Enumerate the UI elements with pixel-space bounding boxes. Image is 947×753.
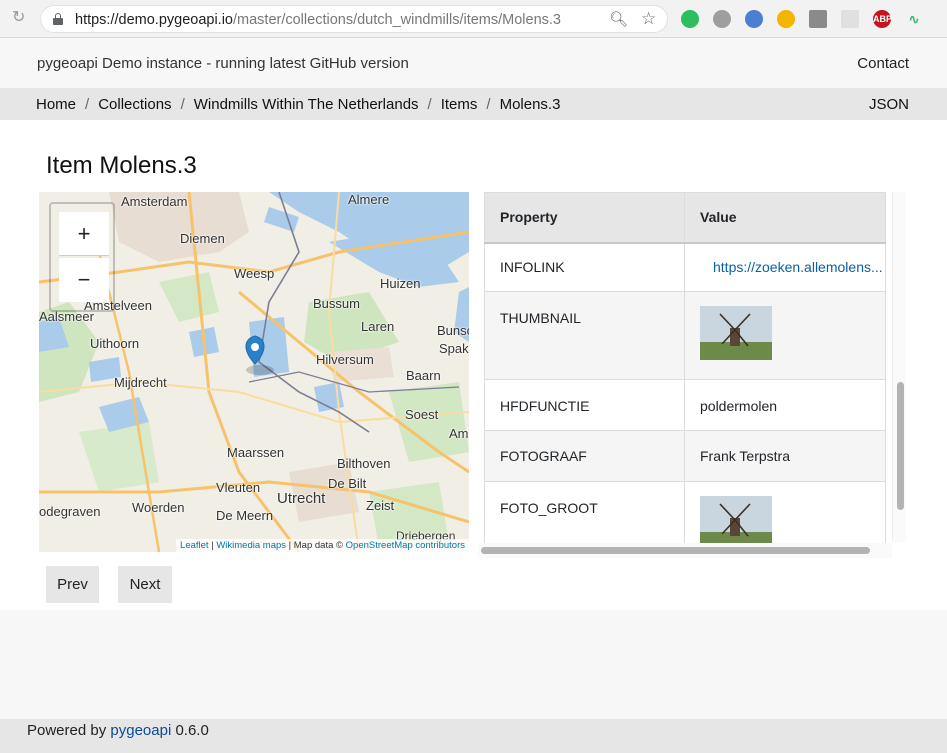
map-label: De Bilt (328, 476, 367, 491)
table-row: HFDFUNCTIE poldermolen (484, 379, 886, 431)
map-label: Amsterdam (121, 194, 188, 209)
column-header-property: Property (484, 192, 685, 244)
footer-text: Powered by pygeoapi 0.6.0 (27, 722, 209, 739)
map-label: Bussum (313, 296, 360, 311)
breadcrumb-separator: / (427, 96, 432, 113)
table-row: INFOLINK https://zoeken.allemolens... (484, 242, 886, 292)
main-content: Item Molens.3 Amsterdam Almere Diemen We… (0, 120, 947, 610)
map-label: Mijdrecht (114, 375, 167, 390)
property-cell: INFOLINK (484, 242, 685, 292)
adblock-extension-icon[interactable]: ABP (873, 10, 892, 28)
site-header: pygeoapi Demo instance - running latest … (0, 38, 947, 88)
map-label: Hilversum (316, 352, 374, 367)
zoom-control: + − (49, 202, 115, 312)
chat-extension-icon[interactable] (713, 10, 731, 28)
zoom-out-button[interactable]: − (59, 258, 109, 302)
prev-button[interactable]: Prev (46, 566, 99, 603)
footer: Powered by pygeoapi 0.6.0 (0, 719, 947, 753)
infolink-link[interactable]: https://zoeken.allemolens... (713, 259, 883, 275)
breadcrumb-current[interactable]: Molens.3 (500, 96, 561, 113)
map-label: Laren (361, 319, 395, 334)
map-label: Almere (348, 192, 390, 207)
map-label: Baarn (406, 368, 441, 383)
vertical-scrollbar[interactable] (892, 192, 906, 542)
value-cell: https://zoeken.allemolens... (684, 242, 886, 292)
pygeoapi-link[interactable]: pygeoapi (110, 722, 171, 739)
map-label: Vleuten (216, 480, 261, 495)
zoom-icon[interactable]: 🔍︎ (609, 10, 628, 28)
lock-icon (53, 13, 63, 25)
breadcrumb: Home / Collections / Windmills Within The Ne… (0, 88, 947, 120)
windmill-thumbnail-image[interactable] (700, 306, 772, 360)
wikimedia-link[interactable]: Wikimedia maps (216, 540, 286, 551)
breadcrumb-home[interactable]: Home (36, 96, 76, 113)
map-label: Weesp (234, 266, 275, 281)
json-link[interactable]: JSON (869, 96, 909, 113)
map-label: De Meern (216, 508, 274, 523)
leaflet-link[interactable]: Leaflet (180, 540, 209, 551)
attribution-text: | Map data © (286, 540, 346, 551)
property-cell: FOTOGRAAF (484, 430, 685, 482)
table-row: THUMBNAIL (484, 291, 886, 380)
breadcrumb-collections[interactable]: Collections (98, 96, 171, 113)
value-cell (684, 291, 886, 380)
address-bar[interactable]: https://demo.pygeoapi.io/master/collecti… (40, 5, 668, 33)
browser-toolbar: ↻ https://demo.pygeoapi.io/master/collec… (0, 0, 947, 38)
bookmark-star-icon[interactable]: ☆ (641, 9, 656, 29)
map-label: odegraven (39, 504, 101, 519)
column-header-value: Value (684, 192, 886, 244)
map-attribution: Leaflet | Wikimedia maps | Map data © Op… (176, 539, 469, 552)
map-label: Maarssen (227, 445, 285, 460)
contact-link[interactable]: Contact (857, 55, 909, 72)
map-label: Bilthoven (337, 456, 391, 471)
evernote-extension-icon[interactable] (681, 10, 699, 28)
color-extension-icon[interactable] (777, 10, 795, 28)
map-label: Utrecht (277, 490, 326, 507)
horizontal-scrollbar[interactable] (478, 543, 892, 558)
next-button[interactable]: Next (118, 566, 172, 603)
page-title: Item Molens.3 (46, 152, 197, 179)
map-label: Zeist (366, 498, 395, 513)
value-cell: poldermolen (684, 379, 886, 431)
properties-table: Property Value INFOLINK https://zoeken.a… (484, 192, 886, 558)
breadcrumb-separator: / (85, 96, 90, 113)
windmill-photo-image[interactable] (700, 496, 772, 550)
breadcrumb-separator: / (486, 96, 491, 113)
property-cell: THUMBNAIL (484, 291, 685, 380)
breadcrumb-items[interactable]: Items (441, 96, 478, 113)
reload-icon[interactable]: ↻ (12, 10, 28, 26)
map-label: Spako (439, 341, 469, 356)
map-label: Uithoorn (90, 336, 140, 351)
footer-prefix: Powered by (27, 722, 111, 739)
breadcrumb-separator: / (180, 96, 185, 113)
properties-table-container: Property Value INFOLINK https://zoeken.a… (484, 192, 892, 558)
grid-extension-icon[interactable] (841, 10, 859, 28)
footer-version: 0.6.0 (171, 722, 209, 739)
map[interactable]: Amsterdam Almere Diemen Weesp Amstelveen… (39, 192, 469, 552)
map-label: Diemen (180, 231, 225, 246)
drive-extension-icon[interactable] (809, 10, 827, 28)
url-text: https://demo.pygeoapi.io/master/collecti… (75, 12, 561, 28)
zoom-in-button[interactable]: + (59, 212, 109, 256)
osm-link[interactable]: OpenStreetMap contributors (346, 540, 465, 551)
property-cell: HFDFUNCTIE (484, 379, 685, 431)
onepassword-extension-icon[interactable] (745, 10, 763, 28)
site-title: pygeoapi Demo instance - running latest … (37, 55, 409, 72)
map-label: Huizen (380, 276, 421, 291)
map-label: Woerden (132, 500, 185, 515)
table-row: FOTOGRAAF Frank Terpstra (484, 430, 886, 482)
map-label: Bunsc (437, 323, 469, 338)
breadcrumb-collection[interactable]: Windmills Within The Netherlands (194, 96, 419, 113)
map-label: Soest (405, 407, 439, 422)
value-cell: Frank Terpstra (684, 430, 886, 482)
activity-extension-icon[interactable]: ∿ (905, 10, 923, 28)
map-label: Am (449, 426, 469, 441)
